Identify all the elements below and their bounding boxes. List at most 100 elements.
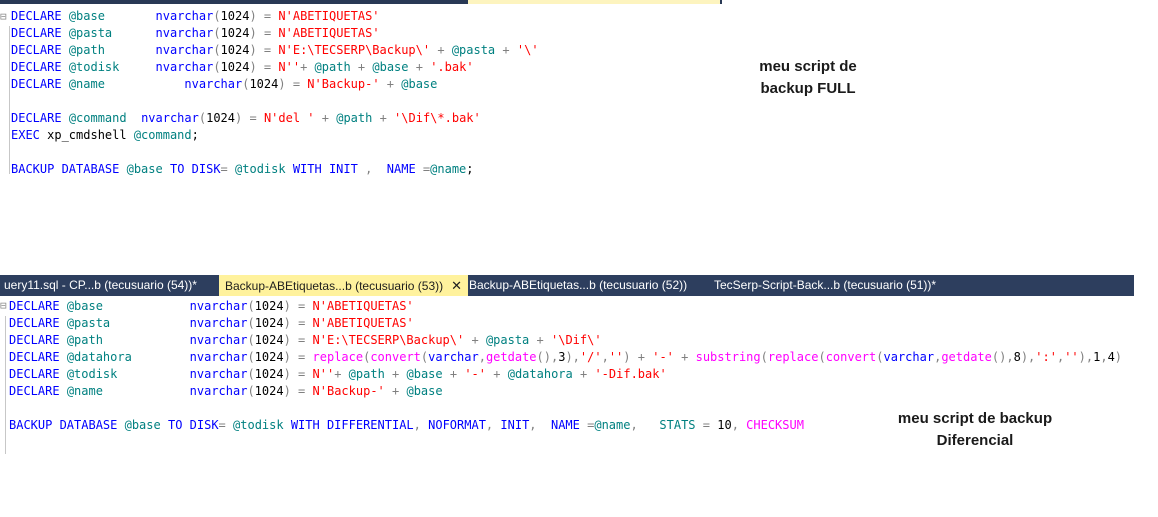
code-line[interactable]: BACKUP DATABASE @base TO DISK= @todisk W… xyxy=(9,417,804,434)
code-line[interactable]: DECLARE @path nvarchar(1024) = N'E:\TECS… xyxy=(11,42,539,59)
code-token: DECLARE xyxy=(9,316,60,330)
code-token: , xyxy=(478,350,486,364)
code-token: N'' xyxy=(278,60,301,74)
code-token: ) xyxy=(283,333,291,347)
code-token: 1024 xyxy=(254,350,284,364)
tab-backup-diff[interactable]: Backup-ABEtiquetas...b (tecusuario (52)) xyxy=(469,275,687,296)
code-token: DECLARE xyxy=(11,111,62,125)
code-token: @path xyxy=(66,333,103,347)
code-token: (), xyxy=(991,350,1014,364)
code-token: 1024 xyxy=(220,43,250,57)
code-line[interactable]: EXEC xp_cmdshell @command; xyxy=(11,127,199,144)
code-token: + xyxy=(449,367,458,381)
code-token: DECLARE xyxy=(11,77,62,91)
code-token: ':' xyxy=(1035,350,1057,364)
code-line[interactable]: DECLARE @todisk nvarchar(1024) = N''+ @p… xyxy=(11,59,474,76)
tab-tecserp-script[interactable]: TecSerp-Script-Back...b (tecusuario (51)… xyxy=(714,275,936,296)
collapse-region-icon-bottom[interactable]: ⊟ xyxy=(0,299,7,312)
code-token: @base xyxy=(406,367,443,381)
code-token: @base xyxy=(66,299,103,313)
code-token: @pasta xyxy=(485,333,530,347)
tab-query11[interactable]: uery11.sql - CP...b (tecusuario (54))* xyxy=(4,275,197,296)
code-line[interactable]: DECLARE @command nvarchar(1024) = N'del … xyxy=(11,110,481,127)
collapse-guide-line xyxy=(9,26,10,174)
code-token: '' xyxy=(608,350,624,364)
code-line[interactable]: DECLARE @base nvarchar(1024) = N'ABETIQU… xyxy=(11,8,380,25)
code-token: nvarchar xyxy=(189,367,248,381)
code-token: INIT xyxy=(500,418,530,432)
code-token: + xyxy=(321,111,329,125)
code-token: '\Dif\' xyxy=(551,333,602,347)
code-token: replace xyxy=(767,350,819,364)
code-token: 1024 xyxy=(254,333,284,347)
code-token: @pasta xyxy=(66,316,111,330)
code-token: @base xyxy=(126,162,163,176)
code-line[interactable]: DECLARE @todisk nvarchar(1024) = N''+ @p… xyxy=(9,366,667,383)
tab-backup-full[interactable]: Backup-ABEtiquetas...b (tecusuario (53))… xyxy=(219,275,469,296)
code-token: nvarchar xyxy=(189,316,248,330)
code-token: @base xyxy=(401,77,438,91)
top-active-tab-remnant[interactable] xyxy=(468,0,720,4)
code-line[interactable]: DECLARE @pasta nvarchar(1024) = N'ABETIQ… xyxy=(9,315,414,332)
code-token: NAME xyxy=(386,162,416,176)
close-icon[interactable]: ✕ xyxy=(451,278,462,293)
code-token: @todisk xyxy=(233,418,284,432)
code-token: CHECKSUM xyxy=(746,418,804,432)
code-token: @path xyxy=(68,43,105,57)
code-token: nvarchar xyxy=(184,77,243,91)
code-token: 1024 xyxy=(254,367,284,381)
code-token: @pasta xyxy=(68,26,113,40)
tab-tecserp-script-label: TecSerp-Script-Back...b (tecusuario (51)… xyxy=(714,278,937,292)
code-token: substring xyxy=(695,350,761,364)
code-token: N'E:\TECSERP\Backup\' xyxy=(278,43,431,57)
code-token: + xyxy=(536,333,544,347)
code-line[interactable]: DECLARE @pasta nvarchar(1024) = N'ABETIQ… xyxy=(11,25,380,42)
code-token: nvarchar xyxy=(155,26,214,40)
code-token: N'ABETIQUETAS' xyxy=(312,299,414,313)
code-line[interactable]: DECLARE @name nvarchar(1024) = N'Backup-… xyxy=(11,76,437,93)
code-line[interactable]: DECLARE @name nvarchar(1024) = N'Backup-… xyxy=(9,383,443,400)
code-token: @base xyxy=(406,384,443,398)
code-token: ) xyxy=(623,350,631,364)
code-line[interactable]: DECLARE @datahora nvarchar(1024) = repla… xyxy=(9,349,1122,366)
code-token: @todisk xyxy=(66,367,118,381)
code-token: ) xyxy=(1114,350,1123,364)
collapse-region-icon[interactable]: ⊟ xyxy=(0,10,7,23)
code-token: = xyxy=(218,418,226,432)
code-token: ( xyxy=(247,384,255,398)
code-token: '/' xyxy=(579,350,602,364)
code-line[interactable]: DECLARE @path nvarchar(1024) = N'E:\TECS… xyxy=(9,332,602,349)
code-line[interactable]: DECLARE @base nvarchar(1024) = N'ABETIQU… xyxy=(9,298,414,315)
code-token: @base xyxy=(124,418,161,432)
code-token: ( xyxy=(247,299,255,313)
code-token: '.bak' xyxy=(430,60,474,74)
code-token: varchar xyxy=(428,350,479,364)
code-token: N'Backup-' xyxy=(312,384,385,398)
code-token: @pasta xyxy=(451,43,496,57)
code-token: DECLARE xyxy=(9,384,60,398)
code-line[interactable]: BACKUP DATABASE @base TO DISK= @todisk W… xyxy=(11,161,474,178)
note-full-line-1: meu script de xyxy=(759,58,857,75)
